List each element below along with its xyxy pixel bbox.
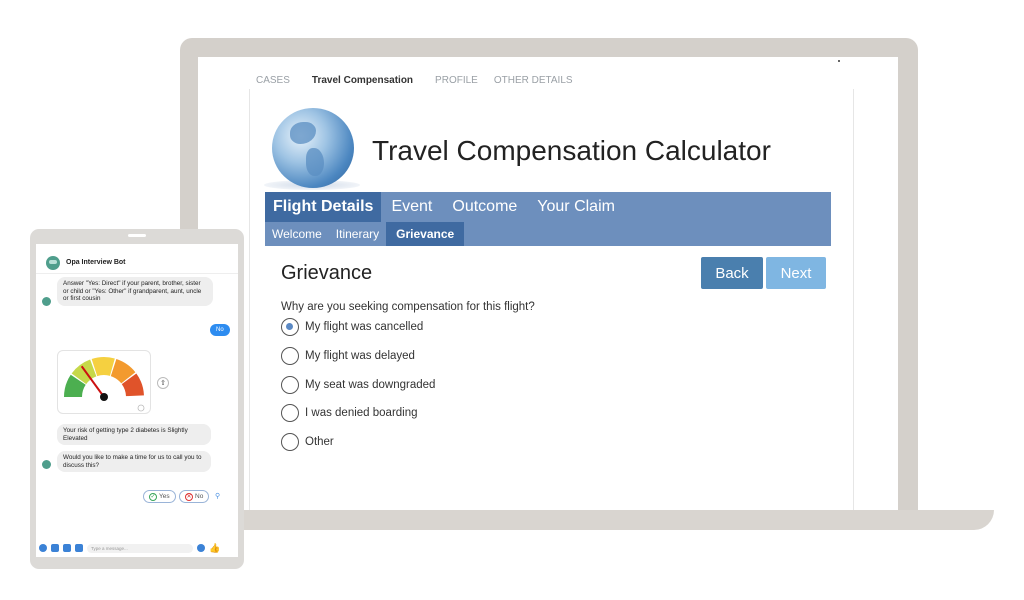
plus-icon[interactable] [39, 544, 47, 552]
app-title: Travel Compensation Calculator [372, 135, 771, 166]
globe-land [290, 122, 316, 144]
option-delayed[interactable]: My flight was delayed [281, 347, 415, 365]
nav-event[interactable]: Event [381, 192, 442, 222]
globe-land [306, 148, 324, 176]
radio-button[interactable] [281, 404, 299, 422]
no-chip[interactable]: ✕ No [179, 490, 210, 503]
robot-icon [46, 255, 60, 270]
option-label: My seat was downgraded [305, 379, 436, 391]
gif-icon[interactable] [63, 544, 71, 552]
gauge-chart [64, 357, 145, 412]
screen-mark [838, 60, 840, 62]
camera-icon[interactable] [51, 544, 59, 552]
option-label: Other [305, 436, 334, 448]
share-icon[interactable]: ⇧ [157, 377, 169, 389]
sub-nav: Welcome Itinerary Grievance [265, 222, 831, 246]
radio-button[interactable] [281, 433, 299, 451]
cross-icon: ✕ [185, 492, 193, 501]
option-label: I was denied boarding [305, 407, 418, 419]
bot-message: Your risk of getting type 2 diabetes is … [57, 424, 211, 445]
marketing-composite: CASES Travel Compensation PROFILE OTHER … [0, 0, 1024, 600]
option-denied-boarding[interactable]: I was denied boarding [281, 404, 418, 422]
message-composer: Type a message... 👍 [36, 541, 238, 555]
option-label: My flight was cancelled [305, 321, 424, 333]
main-nav: Flight Details Event Outcome Your Claim [265, 192, 831, 222]
message-input[interactable]: Type a message... [87, 543, 193, 553]
image-icon[interactable] [75, 544, 83, 552]
bot-name: Opa Interview Bot [66, 259, 126, 266]
robot-icon [42, 460, 51, 469]
nav-outcome[interactable]: Outcome [442, 192, 527, 222]
option-other[interactable]: Other [281, 433, 334, 451]
question-label: Why are you seeking compensation for thi… [281, 301, 535, 313]
subnav-itinerary[interactable]: Itinerary [329, 222, 386, 246]
radio-button[interactable] [281, 376, 299, 394]
user-message: No [210, 324, 230, 336]
phone-speaker [128, 234, 146, 237]
yes-chip[interactable]: ✓ Yes [143, 490, 176, 503]
nav-flight-details[interactable]: Flight Details [265, 192, 382, 222]
subnav-grievance[interactable]: Grievance [386, 222, 465, 246]
chat-screen: Opa Interview Bot Answer "Yes: Direct" i… [36, 244, 238, 557]
option-downgraded[interactable]: My seat was downgraded [281, 376, 435, 394]
radio-button[interactable] [281, 318, 299, 336]
bot-message: Would you like to make a time for us to … [57, 451, 211, 472]
chat-header: Opa Interview Bot [36, 252, 238, 274]
radio-button[interactable] [281, 347, 299, 365]
laptop-base [158, 510, 994, 530]
bot-message: Answer "Yes: Direct" if your parent, bro… [57, 277, 213, 306]
mic-icon[interactable]: ⚲ [215, 492, 223, 501]
next-button[interactable]: Next [766, 257, 826, 289]
chip-label: Yes [159, 493, 170, 500]
risk-gauge [57, 350, 151, 414]
thumbs-up-icon[interactable]: 👍 [209, 544, 220, 553]
nav-your-claim[interactable]: Your Claim [527, 192, 625, 222]
check-icon: ✓ [149, 492, 157, 501]
option-label: My flight was delayed [305, 350, 415, 362]
emoji-icon[interactable] [197, 544, 205, 552]
robot-icon [42, 297, 51, 306]
back-button[interactable]: Back [701, 257, 763, 289]
section-title: Grievance [281, 262, 373, 284]
globe-logo-icon [272, 108, 354, 188]
chip-label: No [195, 493, 204, 500]
subnav-welcome[interactable]: Welcome [265, 222, 329, 246]
option-cancelled[interactable]: My flight was cancelled [281, 318, 423, 336]
